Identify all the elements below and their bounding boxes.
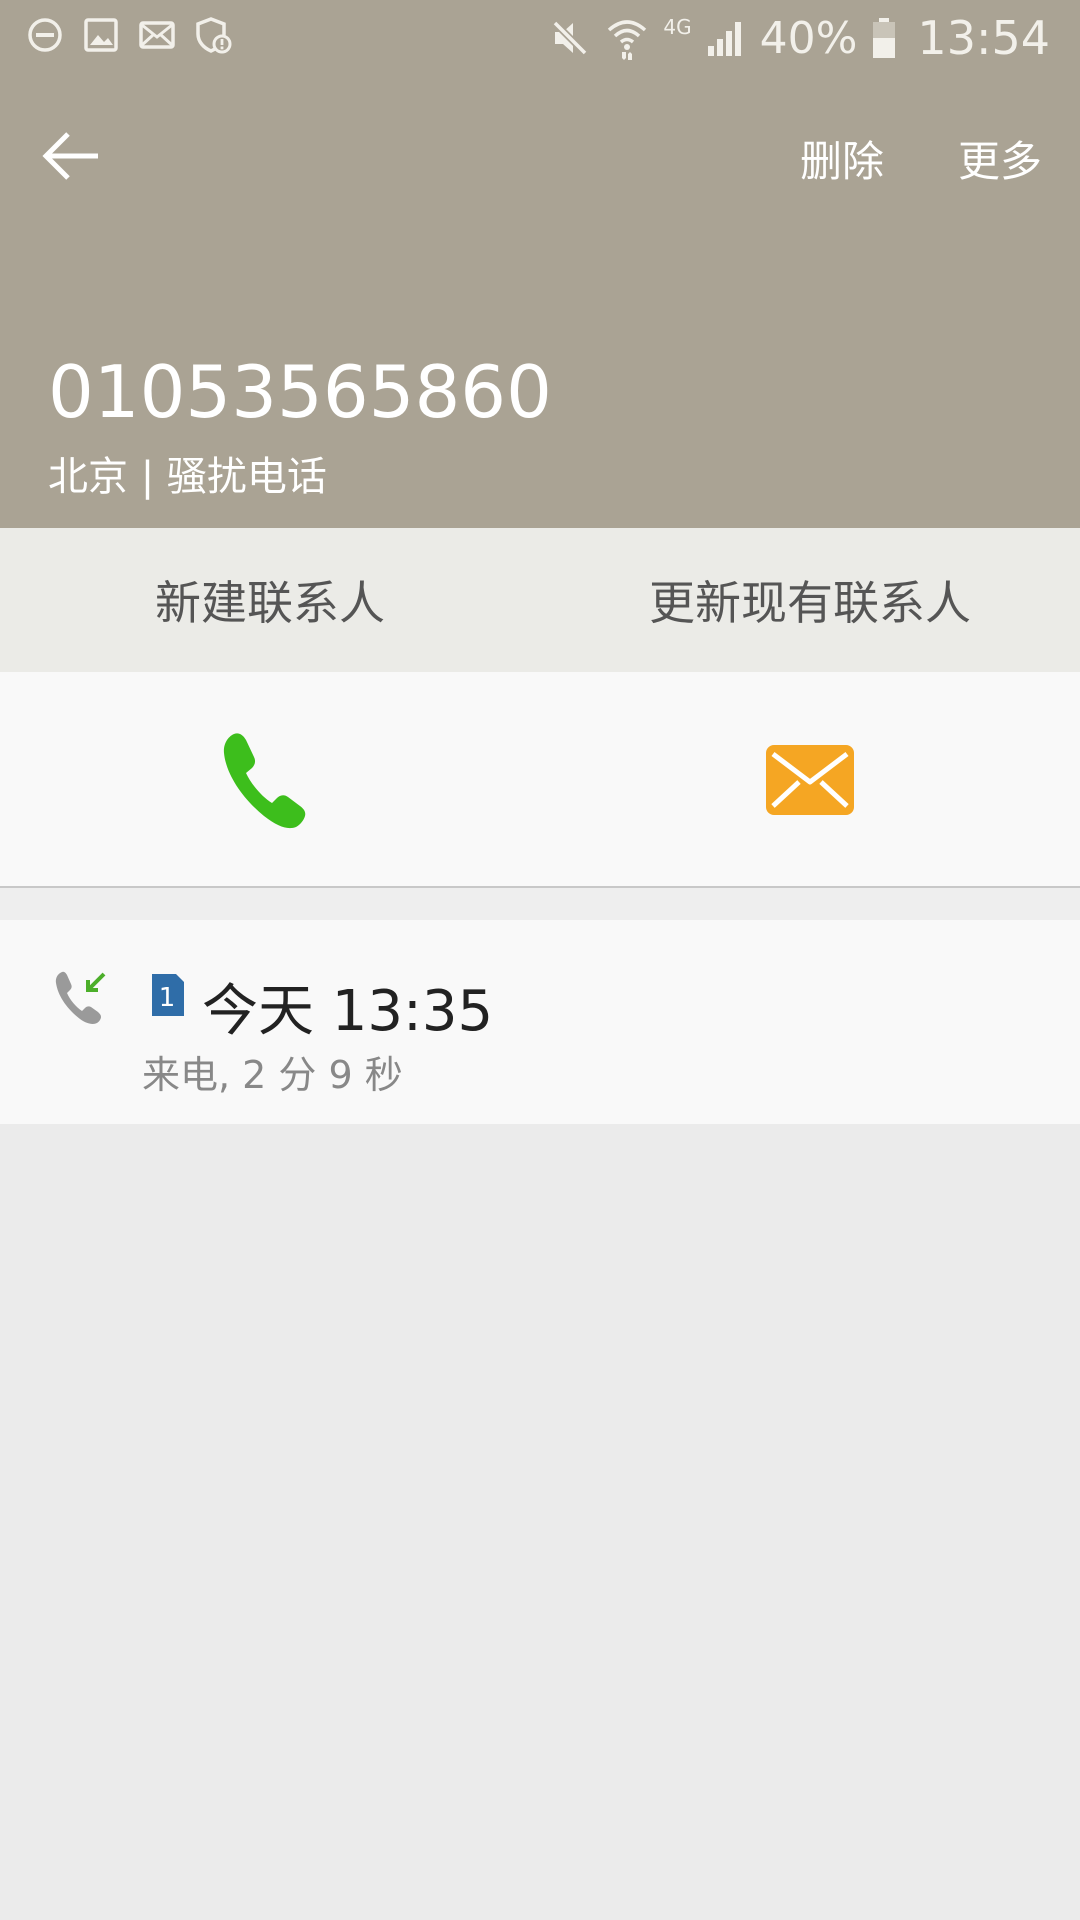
svg-text:1: 1 (159, 983, 176, 1013)
delete-button[interactable]: 删除 (800, 128, 884, 189)
image-icon (84, 18, 118, 52)
signal-icon (707, 22, 741, 56)
contact-actions-bar: 新建联系人 更新现有联系人 (0, 528, 1080, 672)
call-detail: 来电, 2 分 9 秒 (142, 1053, 403, 1097)
battery-level: 40% (759, 12, 858, 64)
message-button[interactable] (765, 744, 855, 816)
quick-actions-row (0, 672, 1080, 888)
mail-icon (139, 21, 175, 49)
wifi-icon (608, 20, 647, 60)
clock: 13:54 (917, 11, 1050, 65)
notification-icons (26, 16, 232, 54)
back-button[interactable] (40, 128, 104, 184)
shield-alert-icon (196, 17, 232, 54)
new-contact-button[interactable]: 新建联系人 (0, 528, 540, 672)
arrow-left-icon (42, 132, 98, 180)
status-bar: 4G 40% 13:54 (0, 0, 1080, 75)
more-button[interactable]: 更多 (958, 128, 1042, 189)
call-time: 今天 13:35 (202, 979, 494, 1044)
mute-icon (552, 20, 588, 56)
system-indicators: 4G 40% 13:54 (549, 10, 1050, 66)
sim-1-badge: 1 (152, 974, 184, 1016)
envelope-icon (766, 745, 854, 815)
divider (0, 888, 1080, 920)
call-log-item[interactable]: 1 今天 13:35 来电, 2 分 9 秒 (0, 920, 1080, 1124)
phone-number: 01053565860 (48, 350, 552, 434)
caller-location-tag: 北京 | 骚扰电话 (48, 454, 327, 500)
network-type: 4G (663, 15, 692, 39)
dnd-icon (28, 18, 62, 52)
battery-icon (873, 18, 896, 58)
incoming-call-icon (55, 971, 106, 1024)
call-button[interactable] (220, 726, 320, 836)
contact-header: 4G 40% 13:54 删除 更多 01053565860 北京 | 骚扰电话 (0, 0, 1080, 528)
update-contact-button[interactable]: 更新现有联系人 (540, 528, 1080, 672)
phone-icon (223, 733, 306, 829)
